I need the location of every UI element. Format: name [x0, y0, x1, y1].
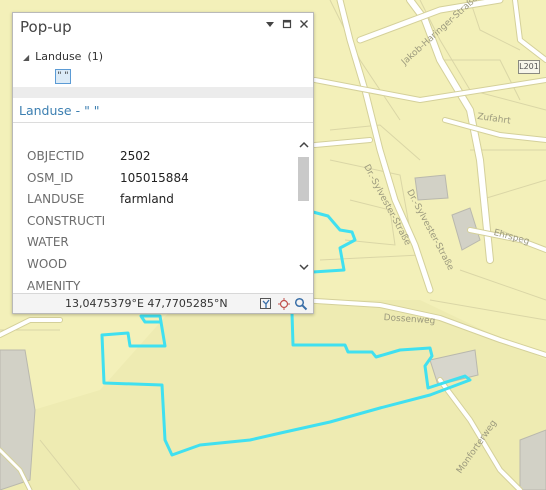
- attribute-name: WATER: [27, 235, 69, 249]
- feature-title: Landuse - " ": [19, 103, 100, 118]
- coordinates-readout: 13,0475379°E 47,7705285°N: [65, 297, 228, 310]
- attribute-row: OBJECTID 2502: [27, 149, 297, 167]
- popup-title: Pop-up: [20, 18, 72, 36]
- attribute-row: WOOD: [27, 257, 297, 275]
- scroll-up-icon[interactable]: [298, 139, 310, 151]
- scrollbar-thumb[interactable]: [298, 157, 309, 201]
- attribute-value: farmland: [120, 192, 174, 206]
- tree-layer-node[interactable]: ◢ Landuse (1): [23, 50, 103, 63]
- tree-feature-item[interactable]: " ": [55, 69, 71, 84]
- scroll-down-icon[interactable]: [298, 261, 310, 273]
- attribute-scrollbar[interactable]: [297, 139, 311, 275]
- feature-tree: ◢ Landuse (1) " ": [13, 43, 313, 87]
- attribute-name: LANDUSE: [27, 192, 85, 206]
- tree-layer-name: Landuse: [35, 50, 82, 63]
- chevron-down-icon[interactable]: [263, 19, 277, 33]
- attribute-row: LANDUSE farmland: [27, 192, 297, 210]
- popup-titlebar[interactable]: Pop-up: [13, 13, 313, 43]
- attribute-row: OSM_ID 105015884: [27, 171, 297, 189]
- splitter[interactable]: [13, 87, 313, 98]
- road-shield: L201: [518, 60, 540, 74]
- attribute-row: WATER: [27, 235, 297, 253]
- popup-statusbar: 13,0475379°E 47,7705285°N: [13, 293, 313, 313]
- attribute-name: WOOD: [27, 257, 67, 271]
- popup-window: Pop-up ◢ Landuse (1) " " Landuse - " " OBJ…: [12, 12, 314, 314]
- attribute-value: 105015884: [120, 171, 189, 185]
- attribute-row: CONSTRUCTI: [27, 214, 297, 232]
- attribute-table: OBJECTID 2502 OSM_ID 105015884 LANDUSE f…: [13, 143, 297, 293]
- zoom-to-feature-icon[interactable]: [277, 296, 291, 310]
- close-icon[interactable]: [297, 19, 311, 33]
- divider: [13, 122, 313, 123]
- attribute-name: AMENITY: [27, 279, 81, 293]
- flash-feature-icon[interactable]: [259, 296, 273, 310]
- attribute-name: CONSTRUCTI: [27, 214, 106, 228]
- attribute-row: AMENITY: [27, 279, 297, 293]
- search-icon[interactable]: [294, 296, 308, 311]
- attribute-name: OSM_ID: [27, 171, 74, 185]
- restore-window-icon[interactable]: [280, 19, 294, 33]
- tree-layer-count: (1): [87, 50, 104, 63]
- collapse-arrow-icon[interactable]: ◢: [23, 53, 29, 62]
- attribute-value: 2502: [120, 149, 151, 163]
- attribute-name: OBJECTID: [27, 149, 85, 163]
